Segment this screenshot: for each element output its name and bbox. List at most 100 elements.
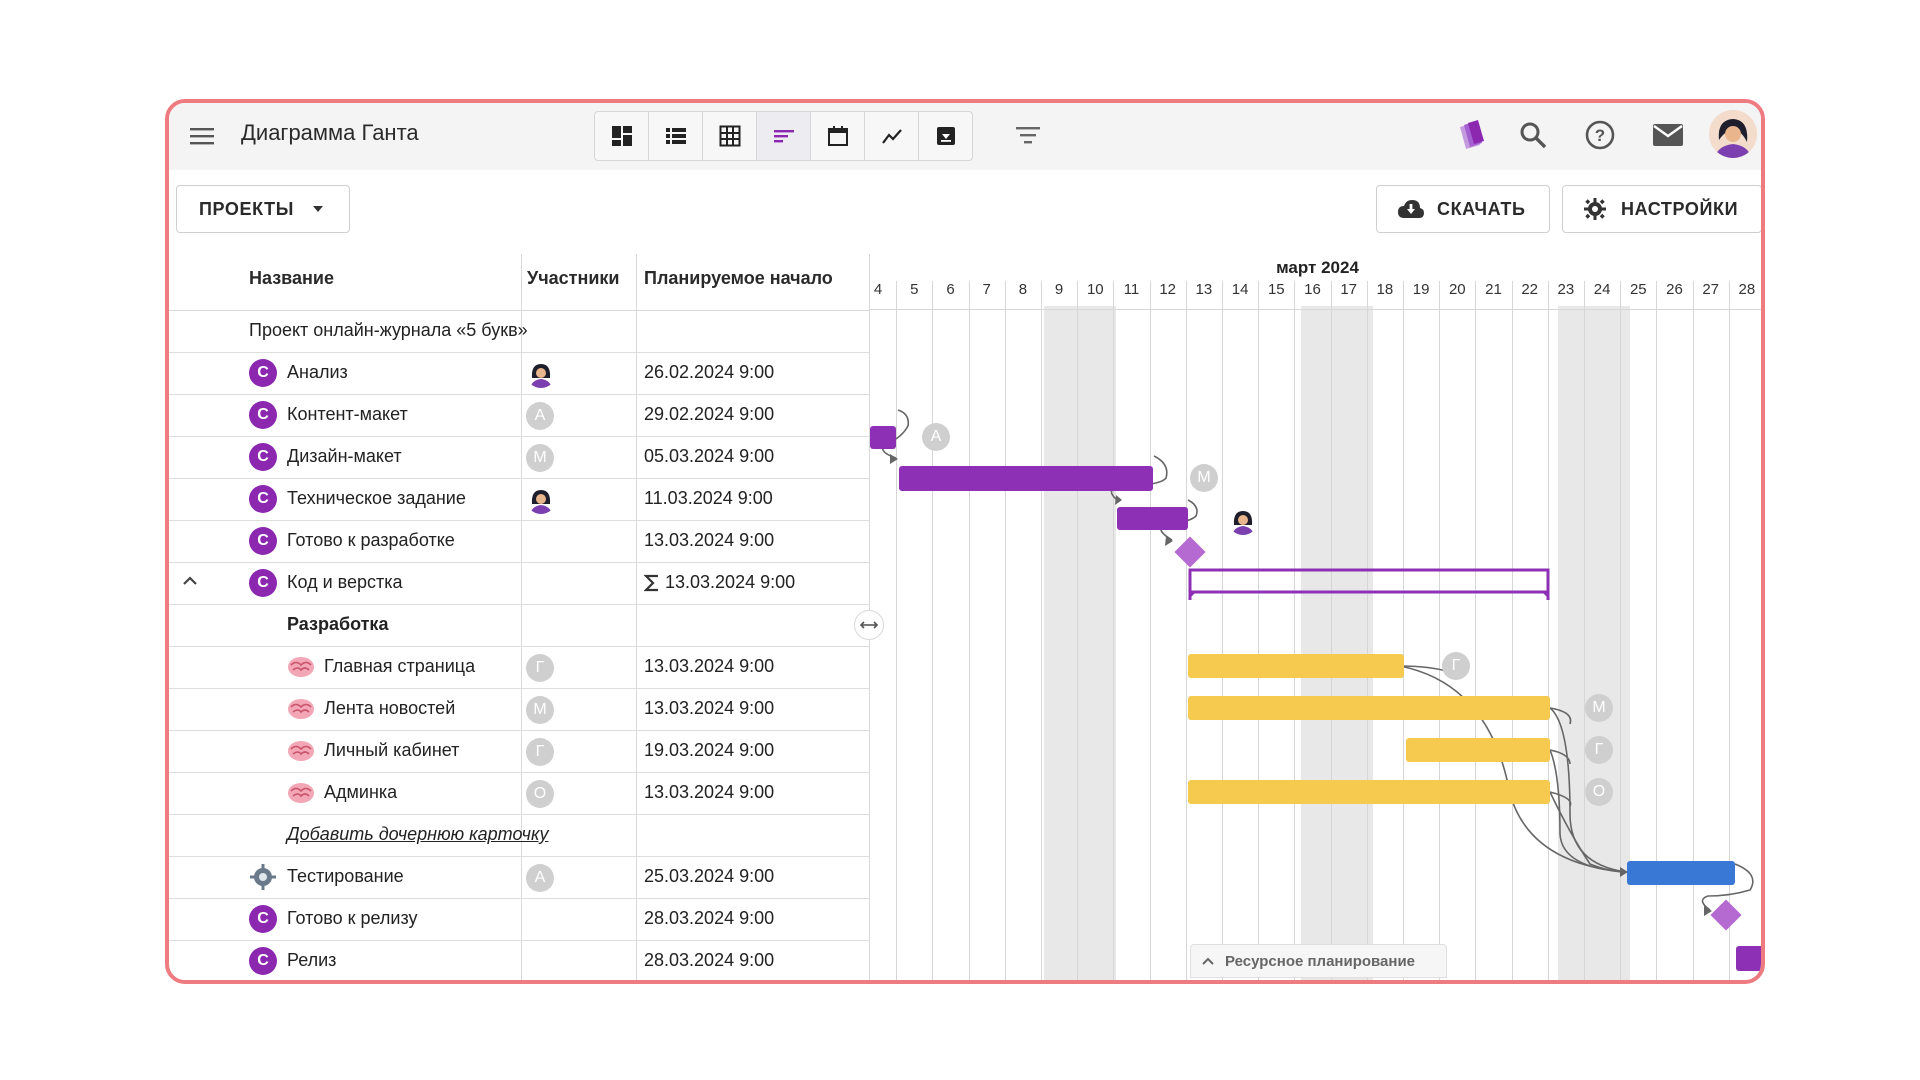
table-header: Название Участники Планируемое начало [169, 254, 869, 311]
list-view-button[interactable] [649, 112, 703, 160]
dashboard-view-button[interactable] [595, 112, 649, 160]
participant-badge[interactable]: М [526, 444, 554, 472]
bar-participant-badge[interactable]: Г [1585, 736, 1613, 764]
list-icon [665, 128, 686, 144]
user-avatar[interactable] [1709, 110, 1757, 158]
task-table: Название Участники Планируемое начало Пр… [169, 254, 870, 980]
participant-badge[interactable]: А [526, 402, 554, 430]
task-name[interactable]: Админка [324, 782, 397, 803]
task-bar[interactable] [1736, 946, 1761, 971]
archive-icon [936, 127, 955, 145]
projects-dropdown[interactable]: ПРОЕКТЫ [176, 185, 350, 233]
table-row[interactable]: C Готово к разработке 13.03.2024 9:00 [169, 520, 869, 563]
table-row[interactable]: C Анализ 26.02.2024 9:00 [169, 352, 869, 395]
column-header-name[interactable]: Название [249, 268, 334, 289]
participant-avatar[interactable] [526, 484, 556, 514]
table-row[interactable]: Тестирование А 25.03.2024 9:00 [169, 856, 869, 899]
task-name[interactable]: Контент-макет [287, 404, 408, 425]
table-row[interactable]: Админка О 13.03.2024 9:00 [169, 772, 869, 815]
table-row[interactable]: C Готово к релизу 28.03.2024 9:00 [169, 898, 869, 941]
column-header-participants[interactable]: Участники [527, 268, 620, 289]
task-name[interactable]: Дизайн-макет [287, 446, 402, 467]
brain-icon [287, 738, 315, 769]
task-name[interactable]: Готово к релизу [287, 908, 418, 929]
bar-participant-badge[interactable]: Г [1442, 652, 1470, 680]
bar-participant-badge[interactable]: М [1190, 464, 1218, 492]
bar-participant-avatar[interactable] [1228, 505, 1258, 535]
column-resize-handle[interactable] [854, 610, 884, 640]
participant-badge[interactable]: М [526, 696, 554, 724]
settings-button[interactable]: НАСТРОЙКИ [1562, 185, 1761, 233]
gantt-view-button[interactable] [757, 112, 811, 160]
task-bar[interactable] [899, 466, 1153, 491]
mail-icon[interactable] [1651, 119, 1685, 156]
start-date: 25.03.2024 9:00 [644, 866, 775, 886]
table-view-button[interactable] [703, 112, 757, 160]
task-name[interactable]: Тестирование [287, 866, 404, 887]
project-title[interactable]: Проект онлайн-журнала «5 букв» [249, 320, 528, 341]
table-row[interactable]: C Техническое задание 11.03.2024 9:00 [169, 478, 869, 521]
chart-view-button[interactable] [865, 112, 919, 160]
table-row[interactable]: Лента новостей М 13.03.2024 9:00 [169, 688, 869, 731]
task-bar[interactable] [870, 426, 896, 449]
cards-logo-icon[interactable] [1452, 117, 1488, 158]
download-button[interactable]: СКАЧАТЬ [1376, 185, 1550, 233]
column-header-start[interactable]: Планируемое начало [644, 268, 833, 289]
task-name[interactable]: Релиз [287, 950, 336, 971]
bar-participant-badge[interactable]: А [922, 423, 950, 451]
task-bar[interactable] [1188, 696, 1550, 720]
svg-text:?: ? [1595, 126, 1605, 145]
archive-view-button[interactable] [919, 112, 972, 160]
add-child-card-link[interactable]: Добавить дочернюю карточку [287, 824, 548, 845]
table-row[interactable]: C Дизайн-макет М 05.03.2024 9:00 [169, 436, 869, 479]
app-window: Диаграмма Ганта ? ПРОЕКТЫ СКАЧАТЬ НАСТРО… [165, 99, 1765, 984]
chevron-up-icon[interactable] [181, 572, 199, 595]
start-date: 19.03.2024 9:00 [644, 740, 775, 760]
task-name[interactable]: Техническое задание [287, 488, 466, 509]
project-row[interactable]: Проект онлайн-журнала «5 букв» [169, 310, 869, 353]
task-bar[interactable] [1188, 780, 1550, 804]
bar-participant-badge[interactable]: М [1585, 694, 1613, 722]
table-row[interactable]: Главная страница Г 13.03.2024 9:00 [169, 646, 869, 689]
resource-planning-tab[interactable]: Ресурсное планирование [1190, 944, 1447, 978]
group-row[interactable]: Разработка [169, 604, 869, 647]
top-bar: Диаграмма Ганта ? [169, 103, 1761, 171]
start-date: 13.03.2024 9:00 [665, 572, 796, 592]
task-bar[interactable] [1627, 861, 1735, 885]
task-name[interactable]: Код и верстка [287, 572, 403, 593]
task-name[interactable]: Анализ [287, 362, 348, 383]
gear-icon [249, 863, 277, 896]
task-name[interactable]: Главная страница [324, 656, 475, 677]
participant-badge[interactable]: Г [526, 654, 554, 682]
summary-bracket[interactable] [1188, 568, 1550, 604]
task-bar[interactable] [1188, 654, 1404, 678]
task-name[interactable]: Готово к разработке [287, 530, 455, 551]
group-title[interactable]: Разработка [287, 614, 388, 635]
add-child-row: Добавить дочернюю карточку [169, 814, 869, 857]
start-date: 13.03.2024 9:00 [644, 656, 775, 676]
participant-badge[interactable]: Г [526, 738, 554, 766]
card-type-badge: C [249, 443, 277, 471]
bar-participant-badge[interactable]: О [1585, 778, 1613, 806]
task-bar[interactable] [1117, 507, 1188, 530]
filter-icon[interactable] [1014, 121, 1042, 154]
search-icon[interactable] [1517, 119, 1549, 156]
table-row[interactable]: C Контент-макет А 29.02.2024 9:00 [169, 394, 869, 437]
participant-badge[interactable]: А [526, 864, 554, 892]
table-row[interactable]: C Код и верстка 13.03.2024 9:00 [169, 562, 869, 605]
cloud-download-icon [1398, 200, 1424, 218]
task-name[interactable]: Лента новостей [324, 698, 455, 719]
brain-icon [287, 696, 315, 727]
help-icon[interactable]: ? [1584, 119, 1616, 156]
table-row[interactable]: Личный кабинет Г 19.03.2024 9:00 [169, 730, 869, 773]
gantt-timeline: март 2024 4 5 6 7 8 9 10 11 12 13 14 15 16 17 18 19 20 21… [870, 254, 1761, 980]
calendar-view-button[interactable] [811, 112, 865, 160]
participant-avatar[interactable] [526, 358, 556, 388]
hamburger-menu-icon[interactable] [189, 123, 215, 149]
card-type-badge: C [249, 569, 277, 597]
page-title: Диаграмма Ганта [241, 120, 419, 145]
table-row[interactable]: C Релиз 28.03.2024 9:00 [169, 940, 869, 980]
task-name[interactable]: Личный кабинет [324, 740, 459, 761]
participant-badge[interactable]: О [526, 780, 554, 808]
task-bar[interactable] [1406, 738, 1550, 762]
